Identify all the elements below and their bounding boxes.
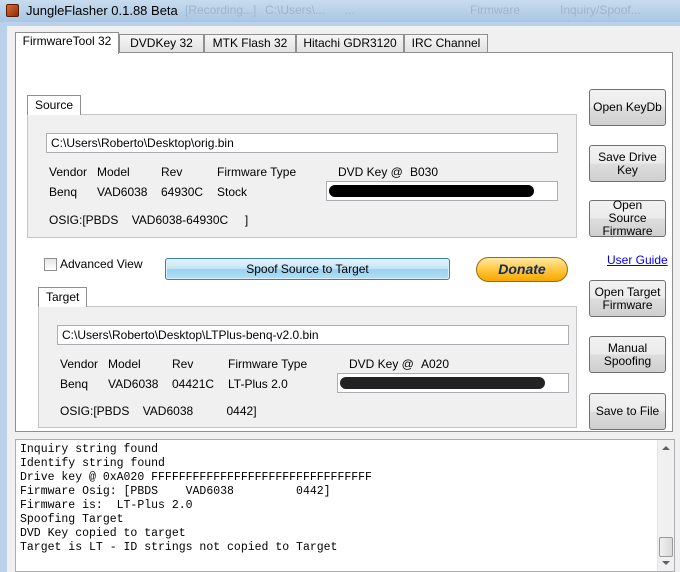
log-scrollbar[interactable] bbox=[657, 440, 674, 571]
target-key-offset: A020 bbox=[421, 357, 450, 371]
save-to-file-button[interactable]: Save to File bbox=[589, 393, 666, 430]
target-fwtype-header: Firmware Type bbox=[228, 357, 308, 371]
target-rev-header: Rev bbox=[172, 357, 194, 371]
target-path-field[interactable]: C:\Users\Roberto\Desktop\LTPlus-benq-v2.… bbox=[57, 325, 569, 345]
background-title: Firmware bbox=[470, 3, 520, 17]
target-model: VAD6038 bbox=[108, 377, 159, 391]
donate-button[interactable]: Donate bbox=[476, 257, 568, 282]
source-fwtype: Stock bbox=[217, 185, 248, 199]
window-title: JungleFlasher 0.1.88 Beta bbox=[26, 3, 178, 18]
spoof-source-to-target-button[interactable]: Spoof Source to Target bbox=[165, 258, 450, 280]
open-target-firmware-button[interactable]: Open Target Firmware bbox=[589, 280, 666, 317]
target-dvdkey-header: DVD Key @ bbox=[349, 357, 414, 371]
target-rev: 04421C bbox=[172, 377, 215, 391]
target-osig: OSIG:[PBDS VAD6038 0442] bbox=[60, 404, 257, 418]
background-title: Inquiry/Spoof... bbox=[560, 3, 641, 17]
background-title: [Recording...] bbox=[185, 3, 257, 17]
log-output[interactable]: Inquiry string found Identify string fou… bbox=[15, 439, 675, 572]
log-line: Firmware is: LT-Plus 2.0 bbox=[20, 499, 193, 512]
target-vendor-header: Vendor bbox=[60, 357, 99, 371]
target-group: C:\Users\Roberto\Desktop\LTPlus-benq-v2.… bbox=[38, 306, 577, 428]
target-dvdkey-field[interactable] bbox=[337, 373, 569, 393]
log-line: DVD Key copied to target bbox=[20, 527, 186, 540]
source-rev: 64930C bbox=[161, 185, 204, 199]
log-line: Inquiry string found bbox=[20, 443, 159, 456]
target-model-header: Model bbox=[108, 357, 141, 371]
source-model: VAD6038 bbox=[97, 185, 148, 199]
source-model-header: Model bbox=[97, 165, 130, 179]
open-source-firmware-button[interactable]: Open Source Firmware bbox=[589, 199, 666, 238]
user-guide-link[interactable]: User Guide bbox=[607, 253, 668, 267]
log-line: Drive key @ 0xA020 FFFFFFFFFFFFFFFFFFFFF… bbox=[20, 471, 372, 484]
firmwaretool-panel: Source C:\Users\Roberto\Desktop\orig.bin… bbox=[15, 52, 673, 432]
tab-firmwaretool[interactable]: FirmwareTool 32 bbox=[15, 32, 119, 54]
open-keydb-button[interactable]: Open KeyDb bbox=[589, 89, 666, 126]
log-line: Firmware Osig: [PBDS VAD6038 0442] bbox=[20, 485, 331, 498]
redacted-key-mark bbox=[329, 185, 534, 197]
log-line: Identify string found bbox=[20, 457, 165, 470]
advanced-view-label: Advanced View bbox=[60, 257, 143, 271]
scroll-thumb[interactable] bbox=[659, 537, 673, 557]
scroll-up-icon[interactable] bbox=[662, 446, 670, 450]
source-vendor-header: Vendor bbox=[49, 165, 88, 179]
source-key-offset: B030 bbox=[410, 165, 439, 179]
app-icon bbox=[6, 4, 19, 17]
source-osig: OSIG:[PBDS VAD6038-64930C ] bbox=[49, 213, 249, 227]
target-group-label: Target bbox=[38, 287, 88, 307]
main-window: FirmwareTool 32 DVDKey 32 MTK Flash 32 H… bbox=[7, 26, 680, 572]
source-rev-header: Rev bbox=[161, 165, 183, 179]
tab-mtk-flash[interactable]: MTK Flash 32 bbox=[204, 34, 296, 53]
background-title: C:\Users\... bbox=[265, 3, 326, 17]
source-group-label: Source bbox=[27, 95, 82, 115]
advanced-view-checkbox[interactable] bbox=[44, 258, 57, 271]
background-title: ... bbox=[345, 3, 356, 17]
scroll-down-icon[interactable] bbox=[662, 561, 670, 565]
source-dvdkey-header: DVD Key @ bbox=[338, 165, 403, 179]
manual-spoofing-button[interactable]: Manual Spoofing bbox=[589, 336, 666, 373]
source-fwtype-header: Firmware Type bbox=[217, 165, 297, 179]
redacted-key-mark bbox=[340, 377, 545, 389]
log-line: Target is LT - ID strings not copied to … bbox=[20, 541, 338, 554]
tab-hitachi[interactable]: Hitachi GDR3120 bbox=[296, 34, 404, 53]
log-line: Spoofing Target bbox=[20, 513, 124, 526]
source-path-field[interactable]: C:\Users\Roberto\Desktop\orig.bin bbox=[46, 133, 558, 153]
target-vendor: Benq bbox=[60, 377, 89, 391]
source-vendor: Benq bbox=[49, 185, 78, 199]
source-group: C:\Users\Roberto\Desktop\orig.bin Vendor… bbox=[27, 114, 577, 238]
save-drive-key-button[interactable]: Save Drive Key bbox=[589, 145, 666, 182]
target-fwtype: LT-Plus 2.0 bbox=[228, 377, 288, 391]
source-dvdkey-field[interactable] bbox=[326, 181, 558, 201]
window-titlebar[interactable]: JungleFlasher 0.1.88 Beta [Recording...]… bbox=[0, 0, 680, 22]
tab-dvdkey[interactable]: DVDKey 32 bbox=[119, 34, 204, 53]
tab-irc-channel[interactable]: IRC Channel bbox=[404, 34, 488, 53]
